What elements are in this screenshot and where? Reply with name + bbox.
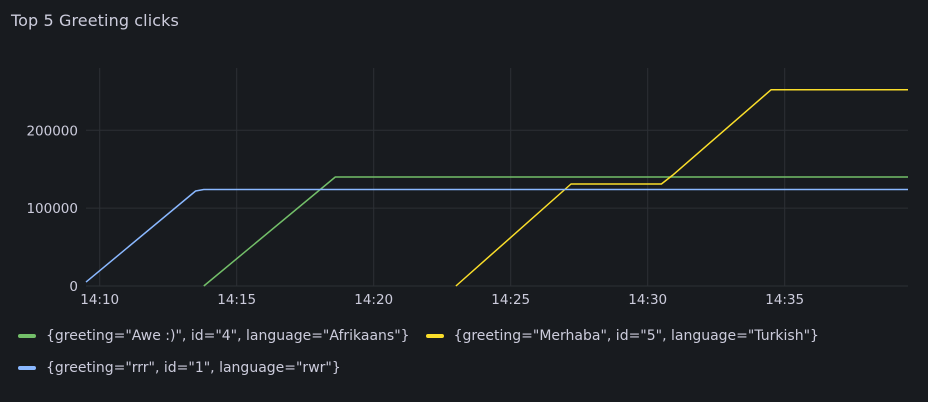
legend-swatch [18,334,36,338]
x-tick-label: 14:25 [491,292,530,308]
x-tick-label: 14:15 [217,292,256,308]
x-tick-label: 14:30 [628,292,667,308]
legend-item-2[interactable]: {greeting="rrr", id="1", language="rwr"} [18,357,341,379]
series-line-1[interactable] [455,89,908,287]
line-chart[interactable]: 0 100000 200000 14:10 14:15 14:20 14:25 14:30 14… [0,40,928,318]
axis-layer: 0 100000 200000 14:10 14:15 14:20 14:25 14:30 14… [26,123,804,308]
legend-label: {greeting="Merhaba", id="5", language="T… [453,328,819,344]
legend-label: {greeting="rrr", id="1", language="rwr"} [46,360,341,376]
chart-panel: Top 5 Greeting clicks 0 100000 200000 14:10… [0,0,928,402]
panel-title: Top 5 Greeting clicks [11,10,179,30]
x-tick-label: 14:20 [354,292,393,308]
series-line-0[interactable] [203,176,908,287]
panel-header[interactable]: Top 5 Greeting clicks [11,8,179,32]
legend-item-0[interactable]: {greeting="Awe :)", id="4", language="Af… [18,325,410,347]
x-tick-label: 14:35 [765,292,804,308]
chart-area[interactable]: 0 100000 200000 14:10 14:15 14:20 14:25 14:30 14… [0,40,928,318]
legend-label: {greeting="Awe :)", id="4", language="Af… [46,328,410,344]
legend-swatch [425,334,444,338]
x-tick-label: 14:10 [80,292,119,308]
legend-item-1[interactable]: {greeting="Merhaba", id="5", language="T… [425,325,819,347]
legend-swatch [18,366,36,370]
y-tick-label: 200000 [26,123,78,139]
legend: {greeting="Awe :)", id="4", language="Af… [18,325,918,379]
y-tick-label: 100000 [26,201,78,217]
y-tick-label: 0 [69,279,78,295]
